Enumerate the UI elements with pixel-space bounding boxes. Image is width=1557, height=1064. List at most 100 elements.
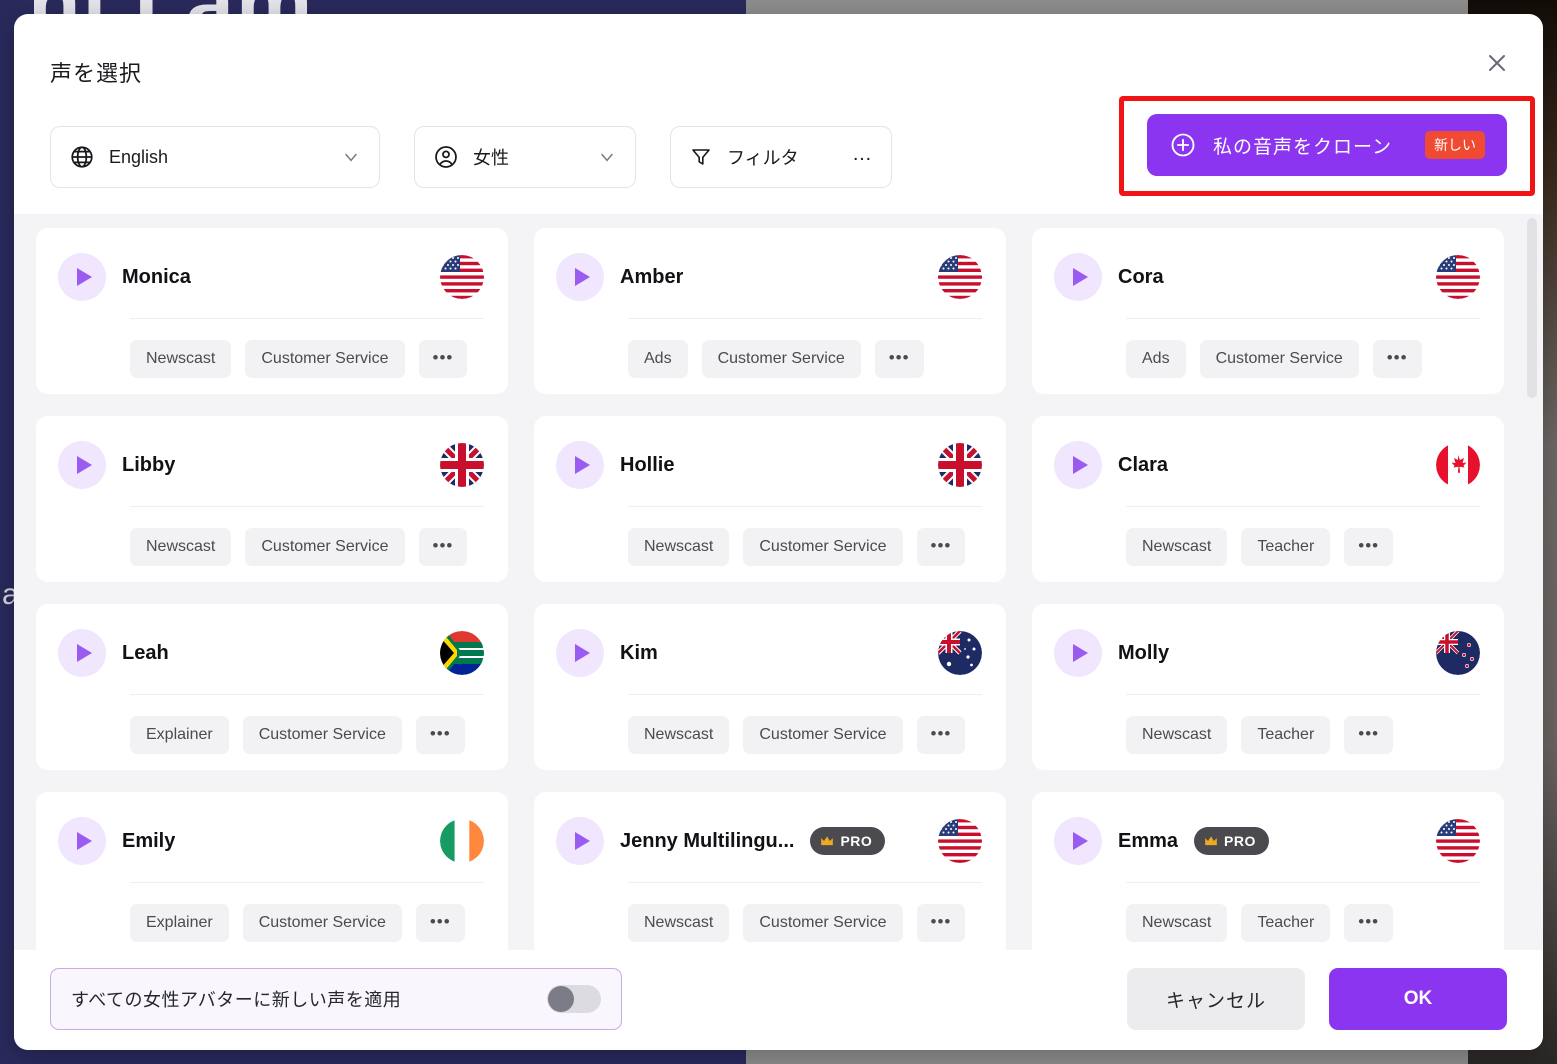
voice-tag[interactable]: Explainer: [130, 716, 229, 754]
filter-more-icon[interactable]: …: [852, 144, 873, 165]
voice-tag[interactable]: Newscast: [1126, 528, 1228, 566]
voice-tags-more-icon[interactable]: •••: [1344, 716, 1394, 754]
voice-name: Hollie: [620, 453, 675, 476]
voice-tags-more-icon[interactable]: •••: [916, 528, 966, 566]
cancel-button[interactable]: キャンセル: [1127, 968, 1305, 1030]
voice-list-scrollbar-thumb[interactable]: [1527, 218, 1537, 398]
voice-name: Libby: [122, 453, 176, 476]
apply-to-all-female-avatars-row[interactable]: すべての女性アバターに新しい声を適用: [50, 968, 622, 1030]
voice-name: Clara: [1118, 453, 1169, 476]
voice-tag[interactable]: Newscast: [628, 904, 730, 942]
voice-tags: Newscast Customer Service •••: [628, 528, 966, 566]
voice-tag[interactable]: Customer Service: [245, 528, 405, 566]
voice-tag[interactable]: Teacher: [1241, 716, 1331, 754]
voice-tag[interactable]: Newscast: [1126, 904, 1228, 942]
voice-tag[interactable]: Customer Service: [242, 904, 402, 942]
play-icon[interactable]: [58, 629, 106, 677]
voice-tags-more-icon[interactable]: •••: [1344, 528, 1394, 566]
play-triangle: [1072, 456, 1088, 474]
voice-card[interactable]: Monica Newscast Customer Service •••: [36, 228, 508, 394]
voice-tag[interactable]: Ads: [628, 340, 688, 378]
voice-card[interactable]: Hollie Newscast Customer Service •••: [534, 416, 1006, 582]
voice-tag[interactable]: Newscast: [628, 716, 730, 754]
toggle-knob: [548, 986, 574, 1012]
clone-new-badge: 新しい: [1425, 131, 1485, 159]
play-icon[interactable]: [556, 817, 604, 865]
voice-tags-more-icon[interactable]: •••: [916, 904, 966, 942]
play-icon[interactable]: [58, 253, 106, 301]
voice-tags-more-icon[interactable]: •••: [874, 340, 924, 378]
voice-card[interactable]: Molly Newscast Teacher •••: [1032, 604, 1504, 770]
voice-tags-more-icon[interactable]: •••: [418, 340, 468, 378]
voice-tag[interactable]: Newscast: [628, 528, 730, 566]
voice-tags-more-icon[interactable]: •••: [1372, 340, 1422, 378]
flag-icon-ie: [440, 819, 484, 863]
flag-icon-us: [1436, 819, 1480, 863]
voice-name: Emma: [1118, 829, 1179, 852]
voice-tag[interactable]: Customer Service: [245, 340, 405, 378]
voice-tags-more-icon[interactable]: •••: [418, 528, 468, 566]
language-dropdown[interactable]: English: [50, 126, 380, 188]
flag-icon-us: [938, 255, 982, 299]
play-icon[interactable]: [556, 629, 604, 677]
play-icon[interactable]: [1054, 441, 1102, 489]
voice-card-header: Emily: [58, 814, 484, 868]
voice-card[interactable]: Libby Newscast Customer Service •••: [36, 416, 508, 582]
apply-all-toggle[interactable]: [547, 985, 601, 1013]
play-icon[interactable]: [1054, 253, 1102, 301]
voice-card[interactable]: Kim Newscast Customer Service •••: [534, 604, 1006, 770]
voice-tags-more-icon[interactable]: •••: [1344, 904, 1394, 942]
voice-tag[interactable]: Teacher: [1241, 528, 1331, 566]
plus-circle-icon: [1169, 131, 1197, 159]
voice-card[interactable]: Amber Ads Customer Service •••: [534, 228, 1006, 394]
voice-tag[interactable]: Ads: [1126, 340, 1186, 378]
play-icon[interactable]: [556, 441, 604, 489]
voice-tag[interactable]: Newscast: [130, 340, 232, 378]
voice-tag[interactable]: Customer Service: [242, 716, 402, 754]
voice-card[interactable]: Emma PRO Newscast Teacher •••: [1032, 792, 1504, 950]
flag-icon-us: [440, 255, 484, 299]
voice-tag[interactable]: Customer Service: [743, 528, 903, 566]
voice-tags: Newscast Teacher •••: [1126, 904, 1394, 942]
gender-value: 女性: [473, 148, 509, 168]
voice-name: Cora: [1118, 265, 1164, 288]
voice-tag[interactable]: Customer Service: [743, 716, 903, 754]
gender-dropdown[interactable]: 女性: [414, 126, 636, 188]
voice-card[interactable]: Emily Explainer Customer Service •••: [36, 792, 508, 950]
page-title: 声を選択: [50, 61, 143, 86]
filter-button[interactable]: フィルタ …: [670, 126, 892, 188]
play-icon[interactable]: [58, 817, 106, 865]
voice-card[interactable]: Clara Newscast Teacher •••: [1032, 416, 1504, 582]
flag-icon-za: [440, 631, 484, 675]
voice-tag[interactable]: Customer Service: [701, 340, 861, 378]
close-icon[interactable]: [1479, 45, 1515, 81]
clone-my-voice-button[interactable]: 私の音声をクローン 新しい: [1147, 114, 1507, 176]
ok-button[interactable]: OK: [1329, 968, 1507, 1030]
voice-name: Leah: [122, 641, 169, 664]
voice-tag[interactable]: Newscast: [130, 528, 232, 566]
voice-tags-more-icon[interactable]: •••: [415, 904, 465, 942]
voice-tag[interactable]: Customer Service: [1199, 340, 1359, 378]
voice-tags-more-icon[interactable]: •••: [415, 716, 465, 754]
play-icon[interactable]: [556, 253, 604, 301]
play-icon[interactable]: [58, 441, 106, 489]
filter-label: フィルタ: [727, 148, 799, 168]
voice-card[interactable]: Leah Explainer Customer Service •••: [36, 604, 508, 770]
card-divider: [130, 882, 484, 883]
voice-card[interactable]: Jenny Multilingu... PRO Newscast Customer …: [534, 792, 1006, 950]
voice-card-header: Amber: [556, 250, 982, 304]
play-triangle: [574, 456, 590, 474]
voice-tag[interactable]: Newscast: [1126, 716, 1228, 754]
play-icon[interactable]: [1054, 817, 1102, 865]
play-triangle: [1072, 832, 1088, 850]
voice-tag[interactable]: Explainer: [130, 904, 229, 942]
voice-tag[interactable]: Teacher: [1241, 904, 1331, 942]
voice-name: Emily: [122, 829, 176, 852]
voice-tags: Explainer Customer Service •••: [130, 716, 465, 754]
flag-icon-us: [938, 819, 982, 863]
card-divider: [1126, 506, 1480, 507]
voice-tags-more-icon[interactable]: •••: [916, 716, 966, 754]
voice-tag[interactable]: Customer Service: [743, 904, 903, 942]
voice-card[interactable]: Cora Ads Customer Service •••: [1032, 228, 1504, 394]
play-icon[interactable]: [1054, 629, 1102, 677]
